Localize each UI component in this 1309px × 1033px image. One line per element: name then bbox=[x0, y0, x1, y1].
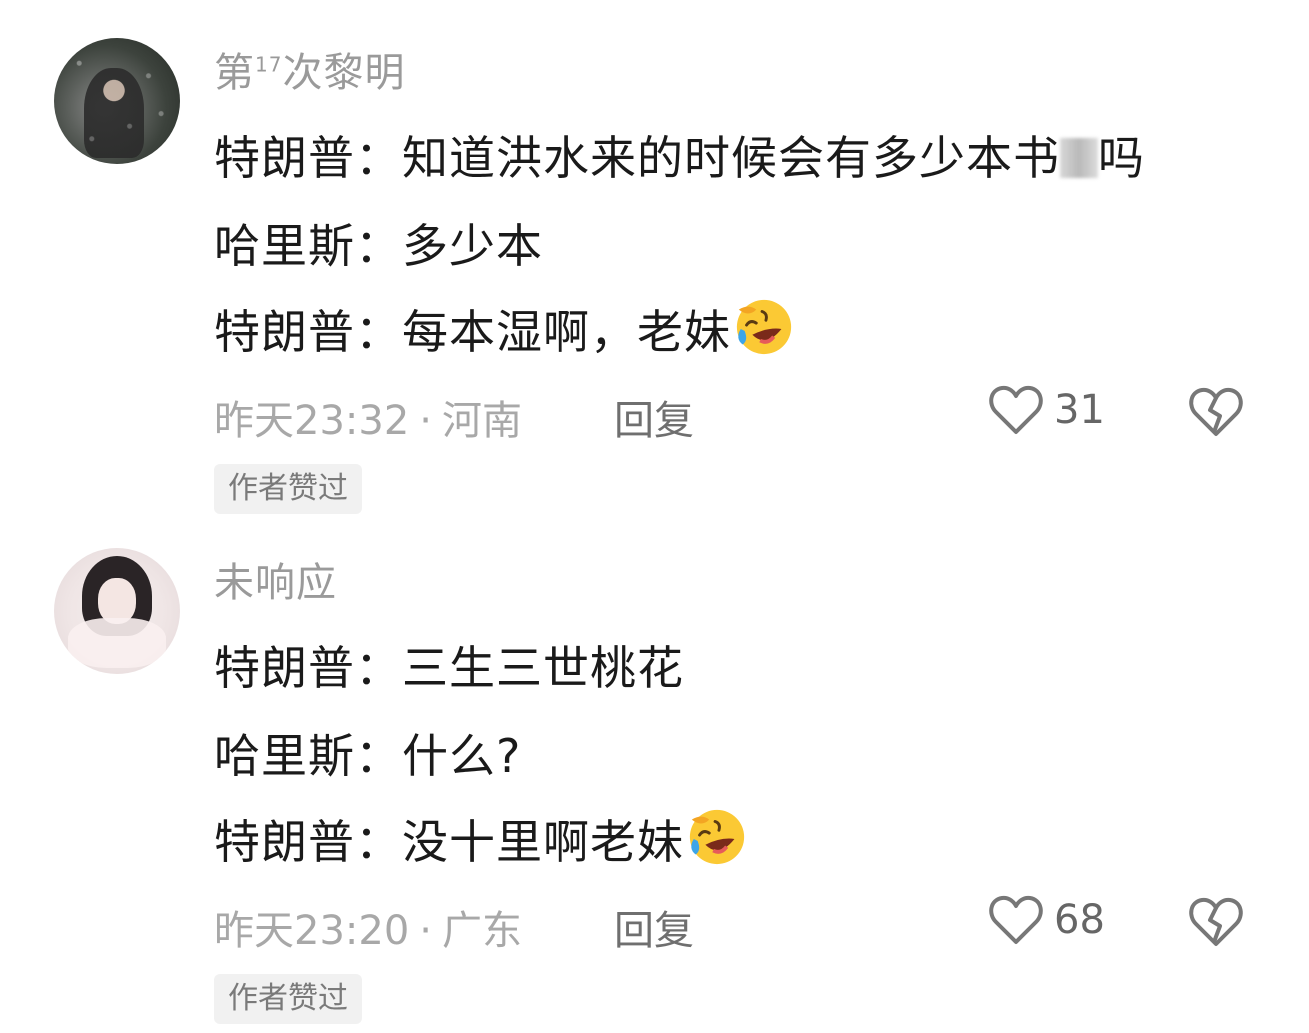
dislike-button[interactable] bbox=[1188, 386, 1244, 442]
comment-line: 特朗普：三生三世桃花 bbox=[214, 632, 684, 698]
comment-meta: 昨天23:20 · 广东 bbox=[214, 898, 522, 956]
heart-outline-icon bbox=[989, 895, 1043, 944]
avatar-hands bbox=[68, 618, 166, 668]
separator-dot: · bbox=[419, 908, 432, 954]
line-text: 没十里啊老妹 bbox=[402, 815, 684, 869]
broken-heart-icon bbox=[1189, 897, 1243, 946]
comment-line: 哈里斯：多少本 bbox=[214, 210, 543, 276]
author-liked-badge: 作者赞过 bbox=[214, 464, 362, 514]
comment-list: 第17次黎明 特朗普：知道洪水来的时候会有多少本书吗 哈里斯：多少本 特朗普：每… bbox=[0, 0, 1309, 1033]
line-text: 每本湿啊，老妹 bbox=[402, 305, 731, 359]
broken-heart-icon bbox=[1189, 387, 1243, 436]
speaker-label: 哈里斯： bbox=[214, 219, 402, 273]
username[interactable]: 未响应 bbox=[214, 550, 337, 608]
username[interactable]: 第17次黎明 bbox=[214, 40, 405, 98]
comment-line: 特朗普：每本湿啊，老妹 bbox=[214, 296, 795, 362]
like-count: 68 bbox=[1054, 897, 1105, 943]
line-text: 三生三世桃花 bbox=[402, 641, 684, 695]
comment-line: 哈里斯：什么? bbox=[214, 720, 521, 786]
like-count: 31 bbox=[1054, 387, 1105, 433]
heart-outline-icon bbox=[989, 385, 1043, 434]
comment-line: 特朗普：没十里啊老妹 bbox=[214, 806, 748, 872]
comment-meta: 昨天23:32 · 河南 bbox=[214, 388, 522, 446]
author-liked-badge: 作者赞过 bbox=[214, 974, 362, 1024]
line-text: 知道洪水来的时候会有多少本书 bbox=[402, 131, 1060, 185]
reply-button[interactable]: 回复 bbox=[614, 388, 694, 446]
comment-time: 昨天23:20 bbox=[214, 908, 410, 954]
comment-location: 广东 bbox=[442, 908, 522, 954]
like-button[interactable]: 31 bbox=[988, 384, 1105, 436]
speaker-label: 哈里斯： bbox=[214, 729, 402, 783]
comment-location: 河南 bbox=[442, 398, 522, 444]
rolling-laughing-emoji-icon bbox=[689, 809, 745, 865]
avatar[interactable] bbox=[54, 548, 180, 674]
separator-dot: · bbox=[419, 398, 432, 444]
line-text: 多少本 bbox=[402, 219, 543, 273]
speaker-label: 特朗普： bbox=[214, 305, 402, 359]
line-text: 吗 bbox=[1098, 131, 1145, 185]
avatar-rain-overlay bbox=[54, 38, 180, 164]
dislike-button[interactable] bbox=[1188, 896, 1244, 952]
speaker-label: 特朗普： bbox=[214, 641, 402, 695]
speaker-label: 特朗普： bbox=[214, 131, 402, 185]
blurred-character bbox=[1060, 138, 1098, 178]
reply-button[interactable]: 回复 bbox=[614, 898, 694, 956]
speaker-label: 特朗普： bbox=[214, 815, 402, 869]
like-button[interactable]: 68 bbox=[988, 894, 1105, 946]
comment-line: 特朗普：知道洪水来的时候会有多少本书吗 bbox=[214, 122, 1145, 188]
line-text: 什么? bbox=[402, 729, 522, 783]
comment-time: 昨天23:32 bbox=[214, 398, 410, 444]
rolling-laughing-emoji-icon bbox=[736, 299, 792, 355]
avatar[interactable] bbox=[54, 38, 180, 164]
